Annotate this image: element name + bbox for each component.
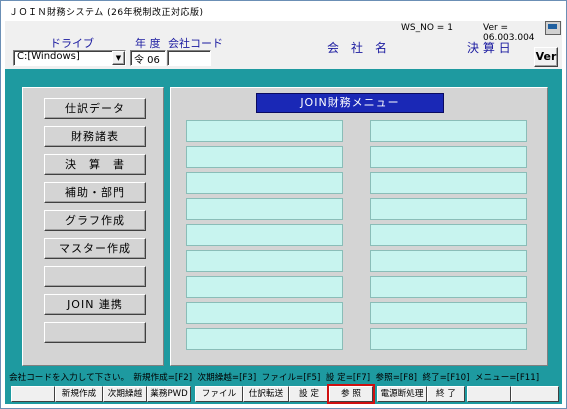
main-menu-slot-right[interactable]	[370, 302, 527, 324]
menu-auxiliary-department[interactable]: 補助・部門	[44, 182, 146, 203]
menu-graph-create[interactable]: グラフ作成	[44, 210, 146, 231]
menu-empty-1[interactable]	[44, 266, 146, 287]
menu-empty-2[interactable]	[44, 322, 146, 343]
main-menu-slot-right[interactable]	[370, 328, 527, 350]
fkey-reference[interactable]: 参 照	[327, 384, 375, 404]
drive-select[interactable]: C:[Windows] ▼	[13, 50, 126, 66]
main-menu-slot-right[interactable]	[370, 120, 527, 142]
fkey-power-off[interactable]: 電源断処理	[377, 386, 427, 402]
main-menu-slot-right[interactable]	[370, 146, 527, 168]
main-menu-slot-right[interactable]	[370, 198, 527, 220]
status-message: 会社コードを入力して下さい。 新規作成=[F2] 次期繰越=[F3] ファイル=…	[9, 373, 540, 383]
main-menu-slot-left[interactable]	[186, 172, 343, 194]
main-menu-slot-right[interactable]	[370, 172, 527, 194]
main-menu-slot-left[interactable]	[186, 250, 343, 272]
menu-join-link[interactable]: JOIN 連携	[44, 294, 146, 315]
fkey-f1[interactable]	[11, 386, 55, 402]
company-code-label: 会社コード	[168, 37, 223, 50]
menu-closing-report[interactable]: 決 算 書	[44, 154, 146, 175]
fkey-settings[interactable]: 設 定	[289, 386, 329, 402]
fkey-f12[interactable]	[511, 386, 559, 402]
menu-financial-statements[interactable]: 財務諸表	[44, 126, 146, 147]
menu-master-create[interactable]: マスター作成	[44, 238, 146, 259]
menu-journal-data[interactable]: 仕訳データ	[44, 98, 146, 119]
fkey-new[interactable]: 新規作成	[55, 386, 103, 402]
main-menu-slot-left[interactable]	[186, 302, 343, 324]
header-panel: WS_NO = 1 Ver = 06.003.004 ドライブ C:[Windo…	[5, 21, 562, 69]
main-menu-slot-left[interactable]	[186, 146, 343, 168]
company-code-input[interactable]	[167, 50, 211, 66]
main-menu-slot-left[interactable]	[186, 120, 343, 142]
main-menu-slot-left[interactable]	[186, 198, 343, 220]
main-menu-title: JOIN財務メニュー	[256, 93, 444, 113]
fkey-f11[interactable]	[467, 386, 511, 402]
main-menu-slot-right[interactable]	[370, 224, 527, 246]
fkey-exit[interactable]: 終 了	[427, 386, 465, 402]
fkey-business-pwd[interactable]: 業務PWD	[147, 386, 191, 402]
drive-value: C:[Windows]	[17, 51, 80, 62]
ws-number: WS_NO = 1	[401, 23, 453, 33]
function-key-bar: 新規作成 次期繰越 業務PWD ファイル 仕訳転送 設 定 参 照 電源断処理 …	[5, 384, 562, 404]
year-field[interactable]: 令 06	[130, 50, 166, 66]
fkey-journal-transfer[interactable]: 仕訳転送	[243, 386, 289, 402]
main-menu-slot-left[interactable]	[186, 224, 343, 246]
fiscal-date-label: 決 算 日	[467, 41, 511, 55]
title-bar: ＪＯＩＮ財務システム (26年税制改正対応版)	[1, 1, 566, 21]
ver-button[interactable]: Ver	[534, 47, 558, 67]
app-window: ＪＯＩＮ財務システム (26年税制改正対応版) WS_NO = 1 Ver = …	[0, 0, 567, 409]
main-menu-slot-right[interactable]	[370, 276, 527, 298]
main-menu-slot-left[interactable]	[186, 328, 343, 350]
company-name-label: 会 社 名	[327, 41, 388, 55]
year-label: 年 度	[135, 37, 161, 50]
year-value: 令 06	[134, 55, 160, 66]
fkey-carry-forward[interactable]: 次期繰越	[103, 386, 147, 402]
main-menu-slot-left[interactable]	[186, 276, 343, 298]
drive-label: ドライブ	[50, 37, 94, 50]
fkey-file[interactable]: ファイル	[195, 386, 243, 402]
chevron-down-icon[interactable]: ▼	[112, 51, 125, 65]
monitor-icon[interactable]	[545, 21, 561, 35]
window-title: ＪＯＩＮ財務システム (26年税制改正対応版)	[9, 8, 204, 18]
main-menu-slot-right[interactable]	[370, 250, 527, 272]
